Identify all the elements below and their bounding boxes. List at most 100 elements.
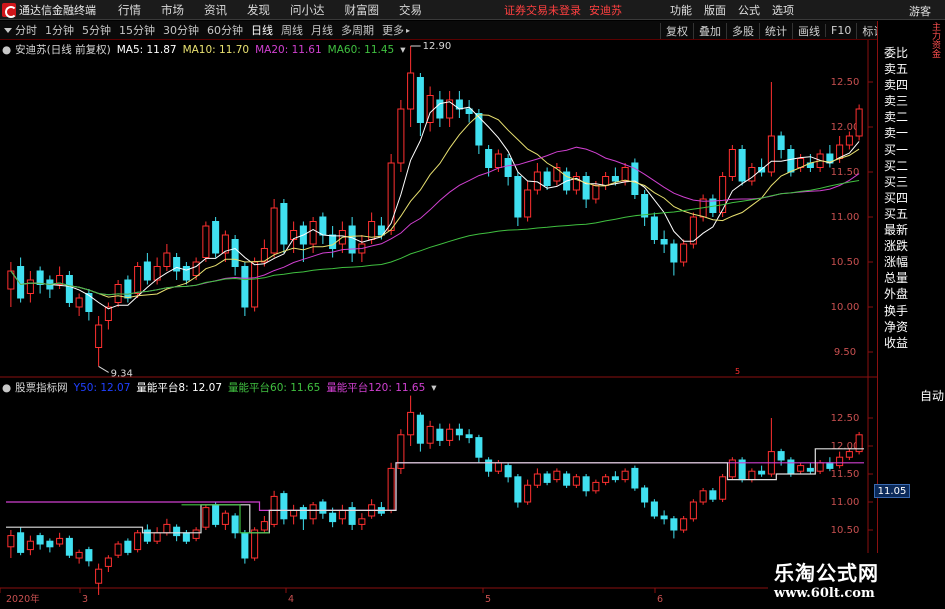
tick-mark-label: 5 — [735, 367, 740, 376]
period-tab-0[interactable]: 分时 — [0, 22, 41, 38]
menu-item-discover[interactable]: 发现 — [237, 2, 280, 18]
period-tab-5[interactable]: 60分钟 — [203, 22, 247, 38]
period-tab-9[interactable]: 多周期 — [337, 22, 378, 38]
main-candle-body — [533, 171, 541, 191]
main-candle-body — [436, 99, 444, 119]
menu-item-options[interactable]: 选项 — [766, 2, 800, 18]
sub-candle-body — [777, 451, 785, 461]
sub-candle-body — [114, 543, 122, 556]
main-candle-body — [182, 266, 190, 281]
sub-price-tick-label: 12.50 — [831, 413, 860, 424]
toolbar-button-0[interactable]: 复权 — [660, 22, 693, 39]
toolbar-button-2[interactable]: 多股 — [726, 22, 759, 39]
period-tab-6[interactable]: 日线 — [247, 22, 277, 38]
main-candle-body — [845, 135, 853, 146]
sub-candle-body — [436, 428, 444, 441]
auto-button[interactable]: 自动 — [920, 387, 944, 404]
main-candle-body — [309, 221, 317, 245]
main-candle-body — [202, 225, 210, 258]
menu-item-layout[interactable]: 版面 — [698, 2, 732, 18]
main-candle-body — [767, 135, 775, 173]
menu-item-trade[interactable]: 交易 — [389, 2, 432, 18]
sub-candle-body — [46, 540, 54, 548]
date-tick-label: 4 — [288, 594, 294, 605]
main-candle-body — [650, 216, 658, 240]
toolbar-button-3[interactable]: 统计 — [759, 22, 792, 39]
period-tab-label: 周线 — [281, 24, 303, 37]
sub-candle-body — [251, 529, 259, 559]
period-bar: 分时 1分钟 5分钟 15分钟 30分钟 60分钟日线周线月线多周期更多 复权叠加多股统计画… — [0, 21, 945, 40]
sub-candle-body — [582, 476, 590, 492]
quote-field-label: 涨跌 — [884, 239, 909, 254]
collapse-icon[interactable]: ● — [2, 44, 11, 56]
sub-candle-body — [699, 490, 707, 503]
toolbar-button-5[interactable]: F10 — [825, 24, 856, 37]
quote-field-label: 买三 — [884, 174, 909, 189]
quote-field-label: 卖一 — [884, 126, 909, 141]
main-candle-body — [65, 275, 73, 303]
quote-field-label: 换手 — [884, 303, 909, 318]
menu-item-news[interactable]: 资讯 — [194, 2, 237, 18]
sub-candle-body — [358, 518, 366, 525]
sub-candle-body — [621, 470, 629, 481]
sub-candle-body — [494, 462, 502, 472]
period-tab-label: 30分钟 — [163, 24, 199, 37]
period-tab-2[interactable]: 5分钟 — [78, 22, 115, 38]
quote-field-list: 委比 卖五 卖四 卖三 卖二 卖一 买一 买二 买三 买四 买五 最新 涨跌 涨幅 总量 外盘 换手 净资 收益 — [884, 45, 918, 351]
period-tab-1[interactable]: 1分钟 — [41, 22, 78, 38]
menu-item-market[interactable]: 市场 — [151, 2, 194, 18]
period-tab-4[interactable]: 30分钟 — [159, 22, 203, 38]
sub-candle-body — [602, 476, 610, 483]
main-candle-body — [270, 207, 278, 254]
sub-candle-body — [241, 532, 249, 559]
menu-item-wealth[interactable]: 财富圈 — [335, 2, 390, 18]
date-tick-label: 6 — [657, 594, 663, 605]
menu-item-quotes[interactable]: 行情 — [108, 2, 151, 18]
period-tab-7[interactable]: 周线 — [277, 22, 307, 38]
sub-candle-body — [26, 540, 34, 551]
collapse-icon[interactable]: ● — [2, 382, 11, 394]
menu-item-ask[interactable]: 问小达 — [280, 2, 335, 18]
menu-item-formula[interactable]: 公式 — [732, 2, 766, 18]
period-tab-10[interactable]: 更多 — [378, 22, 414, 38]
watermark-url: www.60lt.com — [774, 586, 875, 601]
sub-candle-body — [173, 526, 181, 537]
period-tab-8[interactable]: 月线 — [307, 22, 337, 38]
period-tab-label: 更多 — [382, 24, 404, 37]
toolbar-button-4[interactable]: 画线 — [792, 22, 825, 39]
login-notice[interactable]: 证券交易未登录 — [504, 2, 581, 18]
main-candle-body — [485, 149, 493, 168]
main-candle-body — [777, 135, 785, 150]
sub-candle-body — [212, 504, 220, 525]
sub-candle-body — [36, 535, 44, 545]
main-candle-body — [387, 162, 395, 231]
main-candle-body — [728, 149, 736, 177]
sub-candle-body — [845, 451, 853, 458]
toolbar-button-1[interactable]: 叠加 — [693, 22, 726, 39]
kline-chart[interactable]: 12.50 12.00 11.50 11.00 10.50 10.00 9.50 12.50 1… — [0, 40, 877, 609]
period-tab-3[interactable]: 15分钟 — [115, 22, 159, 38]
main-candle-body — [163, 252, 171, 267]
sub-candle-body — [280, 493, 288, 520]
app-logo-icon — [2, 2, 17, 18]
legend-more-icon[interactable]: ▾ — [431, 382, 436, 394]
legend-entry: MA5: 11.87 — [116, 43, 177, 56]
main-candle-body — [504, 158, 512, 177]
legend-entry: Y50: 12.07 — [73, 381, 131, 394]
main-candle-body — [494, 153, 502, 168]
main-candle-body — [407, 72, 415, 110]
legend-more-icon[interactable]: ▾ — [400, 44, 405, 56]
guest-label[interactable]: 游客 — [909, 3, 931, 19]
sub-candle-body — [465, 434, 473, 439]
price-tick-label: 12.00 — [831, 122, 860, 133]
sub-candle-body — [338, 509, 346, 520]
quote-field-label: 总量 — [884, 271, 909, 286]
main-candle-body — [514, 176, 522, 218]
main-candle-body — [582, 176, 590, 200]
price-tick-label: 10.00 — [831, 302, 860, 313]
sub-candle-body — [709, 490, 717, 500]
legend-entry: 量能平台120: 11.65 — [326, 382, 426, 394]
quote-field-label: 买四 — [884, 190, 909, 205]
menu-item-function[interactable]: 功能 — [664, 2, 698, 18]
sub-candle-body — [719, 476, 727, 500]
